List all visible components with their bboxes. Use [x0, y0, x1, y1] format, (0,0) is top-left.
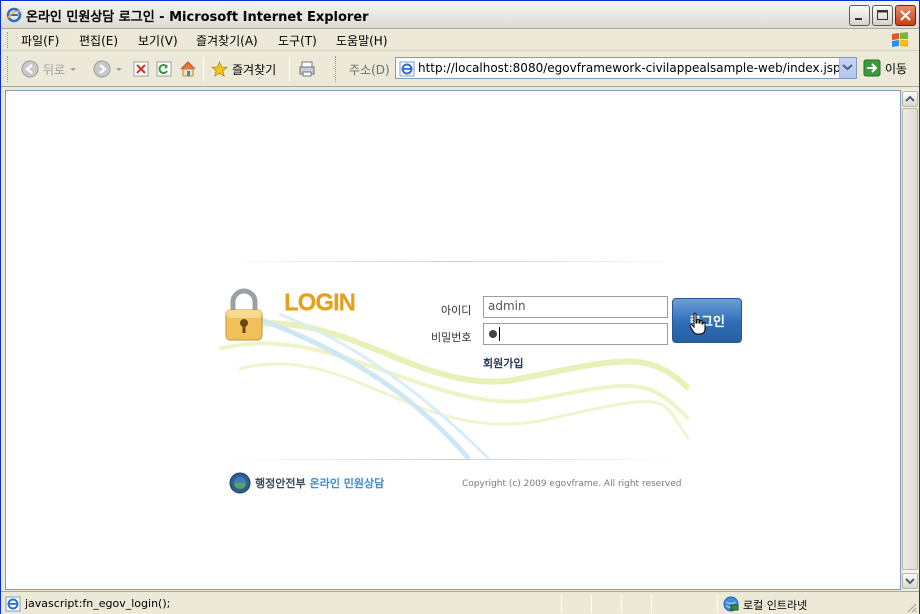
hand-cursor-icon [689, 312, 706, 335]
status-bar: javascript:fn_egov_login(); 로컬 인트라넷 [1, 591, 919, 614]
chevron-up-icon [905, 95, 915, 102]
text-caret [499, 327, 500, 341]
stop-button[interactable] [133, 58, 149, 80]
go-button[interactable]: 이동 [863, 59, 907, 77]
password-label: 비밀번호 [431, 331, 472, 344]
close-button[interactable] [895, 5, 916, 26]
stop-icon [133, 61, 149, 77]
windows-logo-icon [892, 32, 908, 47]
menu-bar: 파일(F) 편집(E) 보기(V) 즐겨찾기(A) 도구(T) 도움말(H) [1, 29, 919, 51]
status-separator [561, 595, 562, 613]
id-input[interactable]: admin [483, 296, 668, 318]
back-label: 뒤로 [43, 62, 66, 77]
back-arrow-icon [21, 60, 39, 78]
printer-icon [299, 61, 315, 77]
status-separator [717, 595, 718, 613]
title-bar[interactable]: 온라인 민원상담 로그인 - Microsoft Internet Explor… [1, 1, 919, 29]
status-separator [651, 595, 652, 613]
resize-grip-icon[interactable] [905, 601, 917, 613]
scroll-thumb[interactable] [902, 108, 918, 570]
scroll-down-button[interactable] [902, 573, 918, 589]
toolbar-grip [335, 56, 338, 82]
print-button[interactable] [298, 58, 316, 80]
window-title: 온라인 민원상담 로그인 - Microsoft Internet Explor… [26, 10, 369, 25]
favorites-button[interactable]: 즐겨찾기 [211, 58, 276, 80]
status-text: javascript:fn_egov_login(); [25, 597, 171, 610]
forward-dropdown-icon [116, 68, 122, 71]
id-label: 아이디 [441, 304, 472, 317]
ministry-logo: 행정안전부 온라인 민원상담 [229, 472, 384, 494]
page-ie-icon [399, 61, 415, 77]
toolbar: 뒤로 즐겨찾기 주소(D) http://localhost:8080/egov… [1, 51, 919, 87]
ministry-name: 행정안전부 [255, 477, 306, 490]
top-divider [224, 261, 684, 262]
scroll-up-button[interactable] [902, 91, 918, 107]
forward-button[interactable] [93, 58, 123, 80]
copyright-text: Copyright (c) 2009 egovframe. All right … [462, 479, 682, 489]
menu-help[interactable]: 도움말(H) [336, 32, 388, 49]
favorites-label: 즐겨찾기 [232, 62, 277, 77]
address-url[interactable]: http://localhost:8080/egovframework-civi… [418, 61, 841, 75]
security-zone-text: 로컬 인트라넷 [743, 599, 808, 612]
refresh-icon [156, 61, 172, 77]
password-input[interactable] [483, 323, 668, 345]
minimize-button[interactable] [849, 5, 870, 26]
star-icon [211, 60, 228, 77]
maximize-icon [877, 10, 888, 20]
page-icon [5, 596, 21, 612]
refresh-button[interactable] [156, 58, 172, 80]
vertical-scrollbar[interactable] [901, 90, 918, 590]
login-title: LOGIN [284, 289, 356, 316]
back-button[interactable]: 뒤로 [21, 58, 77, 80]
menu-view[interactable]: 보기(V) [138, 32, 178, 49]
menu-favorites[interactable]: 즐겨찾기(A) [196, 32, 258, 49]
menu-grip [7, 32, 10, 48]
toolbar-separator [289, 57, 290, 81]
signup-link[interactable]: 회원가입 [483, 355, 523, 371]
go-arrow-icon [863, 59, 881, 77]
address-label: 주소(D) [349, 63, 390, 77]
address-bar[interactable]: http://localhost:8080/egovframework-civi… [395, 57, 857, 79]
login-button[interactable]: 로그인 [672, 298, 742, 343]
status-separator [591, 595, 592, 613]
password-mask-dot [489, 330, 497, 338]
go-label: 이동 [885, 61, 908, 76]
back-dropdown-icon [70, 68, 77, 71]
login-panel: LOGIN 아이디 admin 비밀번호 로그인 회원가입 행정안전부 온라인 … [219, 259, 742, 499]
maximize-button[interactable] [872, 5, 893, 26]
status-separator [621, 595, 622, 613]
intranet-zone-icon [723, 596, 739, 612]
toolbar-grip [7, 56, 10, 82]
close-icon [900, 10, 911, 21]
menu-tools[interactable]: 도구(T) [278, 32, 317, 49]
home-icon [180, 61, 196, 77]
ministry-emblem-icon [229, 472, 251, 494]
service-name: 온라인 민원상담 [309, 477, 385, 490]
address-dropdown-button[interactable] [839, 58, 856, 78]
bottom-divider [224, 459, 684, 460]
home-button[interactable] [179, 58, 197, 80]
minimize-icon [855, 18, 862, 20]
ie-icon [6, 7, 22, 23]
toolbar-separator [203, 57, 204, 81]
menu-edit[interactable]: 편집(E) [79, 32, 118, 49]
chevron-down-icon [905, 578, 915, 585]
page-content: LOGIN 아이디 admin 비밀번호 로그인 회원가입 행정안전부 온라인 … [5, 90, 901, 590]
browser-window: 온라인 민원상담 로그인 - Microsoft Internet Explor… [0, 0, 920, 614]
lock-icon [225, 288, 263, 341]
menu-file[interactable]: 파일(F) [21, 32, 59, 49]
forward-arrow-icon [93, 60, 111, 78]
chevron-down-icon [842, 64, 853, 71]
